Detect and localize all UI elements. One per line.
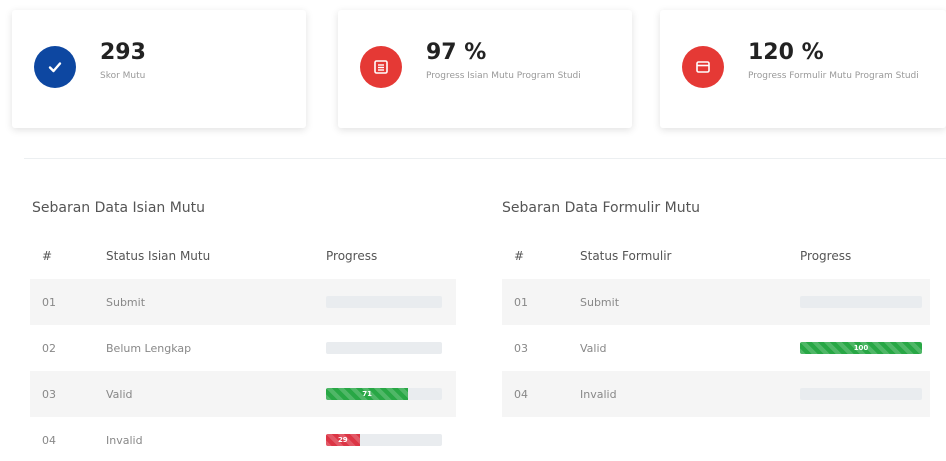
check-icon <box>34 46 76 88</box>
progress-bar <box>800 296 922 308</box>
progress-bar: 71 <box>326 388 442 400</box>
column-header-progress: Progress <box>326 249 378 263</box>
table-row: 04 Invalid 29 <box>30 417 456 461</box>
column-header-progress: Progress <box>800 249 852 263</box>
row-status: Submit <box>88 279 326 325</box>
row-status: Belum Lengkap <box>106 341 192 355</box>
column-header-no: # <box>514 249 525 263</box>
row-number: 02 <box>42 341 56 355</box>
table-row: 03 Valid 100 <box>502 325 930 371</box>
stat-label: Progress Isian Mutu Program Studi <box>426 71 581 81</box>
progress-fill: 29 <box>326 434 360 446</box>
progress-label: 71 <box>362 390 373 398</box>
progress-label: 29 <box>337 436 348 444</box>
row-status: Valid <box>580 341 607 355</box>
progress-bar <box>800 388 922 400</box>
divider <box>24 158 946 159</box>
progress-bar <box>326 296 442 308</box>
isian-table: # Status Isian Mutu Progress 01 Submit 0… <box>30 233 456 461</box>
row-status: Invalid <box>566 371 800 417</box>
table-header-row: # Status Isian Mutu Progress <box>30 233 456 279</box>
row-number: 04 <box>42 433 56 447</box>
stat-card-skor-mutu: 293 Skor Mutu <box>12 10 306 128</box>
row-status: Submit <box>566 279 800 325</box>
stat-label: Progress Formulir Mutu Program Studi <box>748 71 919 81</box>
row-status: Invalid <box>106 433 143 447</box>
row-number: 01 <box>502 279 566 325</box>
table-row: 02 Belum Lengkap <box>30 325 456 371</box>
progress-bar <box>326 342 442 354</box>
row-number: 04 <box>502 371 566 417</box>
progress-fill: 71 <box>326 388 409 400</box>
stat-value: 97 % <box>426 40 487 65</box>
column-header-status: Status Formulir <box>580 249 672 263</box>
row-number: 03 <box>30 371 88 417</box>
row-number: 03 <box>514 341 528 355</box>
progress-bar: 100 <box>800 342 922 354</box>
table-header-row: # Status Formulir Progress <box>502 233 930 279</box>
stat-card-progress-isian: 97 % Progress Isian Mutu Program Studi <box>338 10 632 128</box>
window-icon <box>682 46 724 88</box>
formulir-section-title: Sebaran Data Formulir Mutu <box>502 200 700 216</box>
stat-value: 120 % <box>748 40 824 65</box>
isian-section-title: Sebaran Data Isian Mutu <box>32 200 206 216</box>
formulir-table: # Status Formulir Progress 01 Submit 03 … <box>502 233 930 417</box>
list-icon <box>360 46 402 88</box>
progress-label: 100 <box>853 344 869 352</box>
progress-bar: 29 <box>326 434 442 446</box>
stat-card-progress-formulir: 120 % Progress Formulir Mutu Program Stu… <box>660 10 946 128</box>
stat-value: 293 <box>100 40 146 65</box>
column-header-status: Status Isian Mutu <box>106 249 211 263</box>
stat-label: Skor Mutu <box>100 71 146 81</box>
row-status: Valid <box>88 371 326 417</box>
table-row: 01 Submit <box>30 279 456 325</box>
progress-fill: 100 <box>800 342 922 354</box>
table-row: 01 Submit <box>502 279 930 325</box>
table-row: 04 Invalid <box>502 371 930 417</box>
table-row: 03 Valid 71 <box>30 371 456 417</box>
row-number: 01 <box>30 279 88 325</box>
column-header-no: # <box>42 249 53 263</box>
